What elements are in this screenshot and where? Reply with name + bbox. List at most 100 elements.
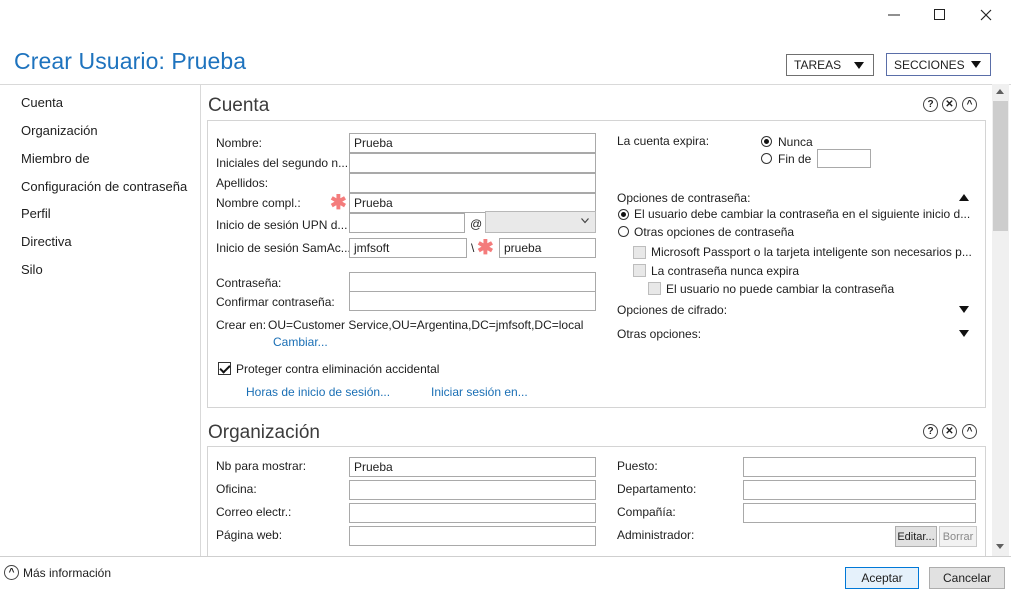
help-icon[interactable]: ? (923, 424, 938, 439)
nav-item-directiva[interactable]: Directiva (21, 234, 72, 249)
nav-divider (200, 84, 201, 556)
expires-date-input[interactable] (817, 149, 871, 168)
close-button[interactable] (971, 4, 1001, 26)
encryption-options-title[interactable]: Opciones de cifrado: (617, 303, 727, 317)
edit-manager-button[interactable]: Editar... (895, 526, 937, 547)
smartcard-label: Microsoft Passport o la tarjeta intelige… (651, 245, 972, 259)
other-options-title[interactable]: Otras opciones: (617, 327, 701, 341)
protect-checkbox[interactable] (218, 362, 231, 375)
close-section-icon[interactable]: ✕ (942, 97, 957, 112)
clear-manager-button[interactable]: Borrar (939, 526, 977, 547)
nombre-label: Nombre: (216, 136, 263, 150)
sam-user-input[interactable]: prueba (499, 238, 596, 258)
logon-to-link[interactable]: Iniciar sesión en... (431, 385, 528, 399)
tasks-label: TAREAS (794, 58, 842, 72)
apellidos-label: Apellidos: (216, 176, 269, 190)
department-input[interactable] (743, 480, 976, 500)
other-options-radio[interactable] (618, 226, 629, 237)
page-title: Crear Usuario: Prueba (14, 48, 247, 74)
accept-button[interactable]: Aceptar (845, 567, 919, 589)
office-label: Oficina: (216, 482, 257, 496)
web-label: Página web: (216, 528, 283, 542)
job-title-label: Puesto: (617, 459, 658, 473)
sam-domain-input[interactable]: jmfsoft (349, 238, 467, 258)
company-label: Compañía: (617, 505, 676, 519)
cannot-change-label: El usuario no puede cambiar la contraseñ… (666, 282, 895, 296)
minimize-icon (888, 14, 900, 16)
scrollbar-thumb[interactable] (993, 101, 1008, 231)
scroll-up-icon[interactable] (996, 89, 1004, 94)
nav-item-perfil[interactable]: Perfil (21, 206, 51, 221)
never-expires-checkbox[interactable] (633, 264, 646, 277)
expand-arrow-icon[interactable] (959, 330, 969, 337)
expires-label: La cuenta expira: (617, 134, 710, 148)
upn-at-sign: @ (470, 217, 483, 231)
change-location-link[interactable]: Cambiar... (273, 335, 328, 349)
must-change-label: El usuario debe cambiar la contraseña en… (634, 207, 971, 221)
header-divider (0, 84, 1011, 85)
sam-separator: \ (471, 241, 475, 255)
iniciales-input[interactable] (349, 153, 596, 173)
other-options-label: Otras opciones de contraseña (634, 225, 795, 239)
password-options-title: Opciones de contraseña: (617, 191, 751, 205)
expires-end-radio[interactable] (761, 153, 772, 164)
protect-label: Proteger contra eliminación accidental (236, 362, 440, 376)
nombre-compl-input[interactable]: Prueba (349, 193, 596, 213)
cannot-change-checkbox[interactable] (648, 282, 661, 295)
cancel-button[interactable]: Cancelar (929, 567, 1005, 589)
sections-dropdown[interactable]: SECCIONES (886, 53, 991, 76)
password-input[interactable] (349, 272, 596, 292)
upn-label: Inicio de sesión UPN d... (216, 218, 348, 232)
close-section-icon[interactable]: ✕ (942, 424, 957, 439)
apellidos-input[interactable] (349, 173, 596, 193)
tasks-dropdown[interactable]: TAREAS (786, 54, 874, 76)
section-title-cuenta: Cuenta (208, 95, 270, 116)
scroll-down-icon[interactable] (996, 544, 1004, 549)
office-input[interactable] (349, 480, 596, 500)
logon-hours-link[interactable]: Horas de inicio de sesión... (246, 385, 390, 399)
help-icon[interactable]: ? (923, 97, 938, 112)
maximize-icon (934, 9, 945, 20)
never-expires-label: La contraseña nunca expira (651, 264, 800, 278)
nombre-input[interactable]: Prueba (349, 133, 596, 153)
minimize-button[interactable] (879, 4, 909, 26)
expand-arrow-icon[interactable] (959, 306, 969, 313)
confirm-password-label: Confirmar contraseña: (216, 295, 335, 309)
chevron-down-icon (971, 61, 981, 68)
section-title-organizacion: Organización (208, 422, 320, 443)
expand-up-icon[interactable]: ^ (4, 565, 19, 580)
upn-domain-select[interactable] (485, 211, 596, 233)
job-title-input[interactable] (743, 457, 976, 477)
upn-input[interactable] (349, 213, 465, 233)
nav-item-configuracion-contrasena[interactable]: Configuración de contraseña (21, 179, 187, 194)
more-info-label[interactable]: Más información (23, 566, 111, 580)
manager-label: Administrador: (617, 528, 695, 542)
must-change-radio[interactable] (618, 209, 629, 220)
close-icon (980, 9, 992, 21)
collapse-arrow-icon[interactable] (959, 194, 969, 201)
display-name-input[interactable]: Prueba (349, 457, 596, 477)
maximize-button[interactable] (925, 4, 955, 26)
display-name-label: Nb para mostrar: (216, 459, 307, 473)
collapse-icon[interactable]: ^ (962, 97, 977, 112)
expires-never-label: Nunca (778, 135, 813, 149)
confirm-password-input[interactable] (349, 291, 596, 311)
sections-label: SECCIONES (894, 57, 965, 72)
required-icon: ✱ (477, 237, 494, 259)
smartcard-checkbox[interactable] (633, 246, 646, 259)
chevron-down-icon (854, 62, 864, 69)
nav-item-organizacion[interactable]: Organización (21, 123, 98, 138)
password-label: Contraseña: (216, 276, 282, 290)
nav-item-silo[interactable]: Silo (21, 262, 43, 277)
nombre-compl-label: Nombre compl.: (216, 196, 301, 210)
email-label: Correo electr.: (216, 505, 292, 519)
nav-item-cuenta[interactable]: Cuenta (21, 95, 63, 110)
company-input[interactable] (743, 503, 976, 523)
web-input[interactable] (349, 526, 596, 546)
nav-item-miembro-de[interactable]: Miembro de (21, 151, 90, 166)
email-input[interactable] (349, 503, 596, 523)
sam-label: Inicio de sesión SamAc... (216, 241, 351, 255)
collapse-icon[interactable]: ^ (962, 424, 977, 439)
expires-never-radio[interactable] (761, 136, 772, 147)
iniciales-label: Iniciales del segundo n... (216, 156, 349, 170)
